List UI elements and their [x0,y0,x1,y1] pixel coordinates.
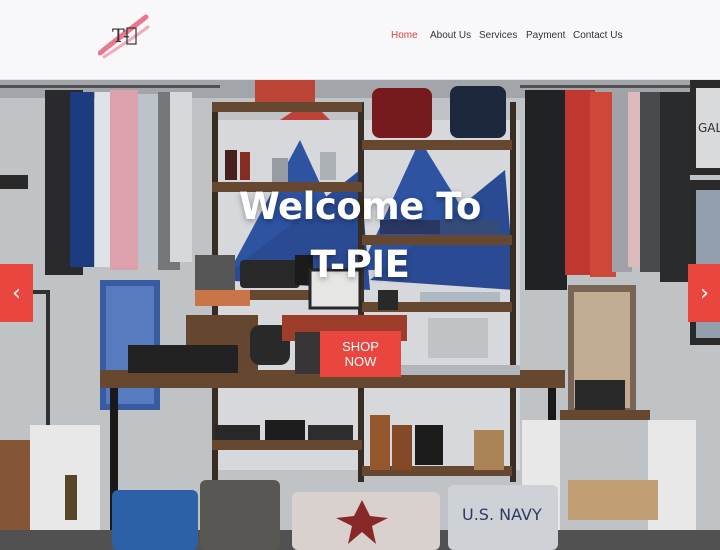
nav-payment[interactable]: Payment [526,30,565,41]
nav-services[interactable]: Services [479,30,517,41]
hero-title-line2: T-PIE [310,243,410,286]
chevron-right-icon: › [700,280,709,306]
hero-slider: GAL U.S. NAVY Welcome To T-PIE SHOP NOW … [0,80,720,550]
nav-contact-us[interactable]: Contact Us [573,30,622,41]
nav-about-us[interactable]: About Us [430,30,471,41]
hero-title-line1: Welcome To [239,185,481,228]
nav-home[interactable]: Home [391,30,418,41]
slider-next-button[interactable]: › [688,264,720,322]
slider-prev-button[interactable]: ‹ [0,264,33,322]
shop-now-button[interactable]: SHOP NOW [320,331,401,377]
chevron-left-icon: ‹ [12,280,21,306]
logo-text: T- [112,25,131,47]
hero-overlay [0,80,720,550]
site-header: T- Home About Us Services Payment Contac… [0,0,720,80]
brand-logo[interactable]: T- [97,13,150,61]
